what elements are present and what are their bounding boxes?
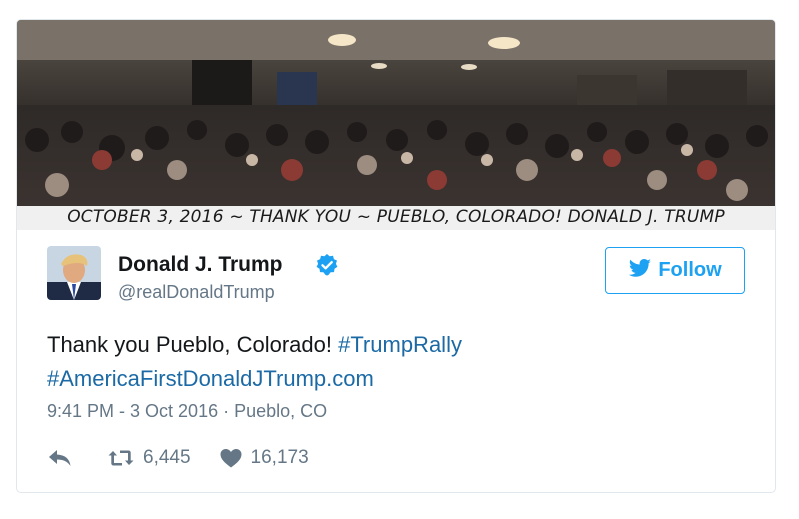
tweet-text: Thank you Pueblo, Colorado! #TrumpRally … <box>47 328 747 396</box>
like-count: 16,173 <box>250 447 309 468</box>
tweet-meta: 9:41 PM - 3 Oct 2016 · Pueblo, CO <box>47 401 327 422</box>
tweet-body: Thank you Pueblo, Colorado! <box>47 332 339 357</box>
reply-button[interactable] <box>47 447 73 469</box>
author-handle[interactable]: @realDonaldTrump <box>118 282 275 303</box>
twitter-bird-icon <box>628 256 652 286</box>
timestamp-link[interactable]: 9:41 PM - 3 Oct 2016 <box>47 401 218 421</box>
retweet-count: 6,445 <box>143 447 191 468</box>
embedded-tweet-card: OCTOBER 3, 2016 ~ THANK YOU ~ PUEBLO, CO… <box>16 19 776 493</box>
website-link[interactable]: #AmericaFirstDonaldJTrump.com <box>47 366 374 391</box>
tweet-actions: 6,445 16,173 <box>47 445 309 471</box>
photo-caption: OCTOBER 3, 2016 ~ THANK YOU ~ PUEBLO, CO… <box>67 207 725 227</box>
author-avatar[interactable] <box>47 246 101 300</box>
heart-icon <box>219 447 243 469</box>
hashtag-link[interactable]: #TrumpRally <box>338 332 462 357</box>
location-link[interactable]: Pueblo, CO <box>234 401 327 421</box>
reply-icon <box>47 447 73 469</box>
rally-photo[interactable] <box>17 20 775 230</box>
verified-badge-icon <box>315 253 339 277</box>
retweet-icon <box>107 447 135 469</box>
meta-separator: · <box>218 401 235 421</box>
like-button[interactable]: 16,173 <box>219 447 309 469</box>
follow-label: Follow <box>658 259 722 281</box>
retweet-button[interactable]: 6,445 <box>107 447 191 469</box>
follow-button[interactable]: Follow <box>605 247 745 294</box>
author-name[interactable]: Donald J. Trump <box>118 253 283 277</box>
